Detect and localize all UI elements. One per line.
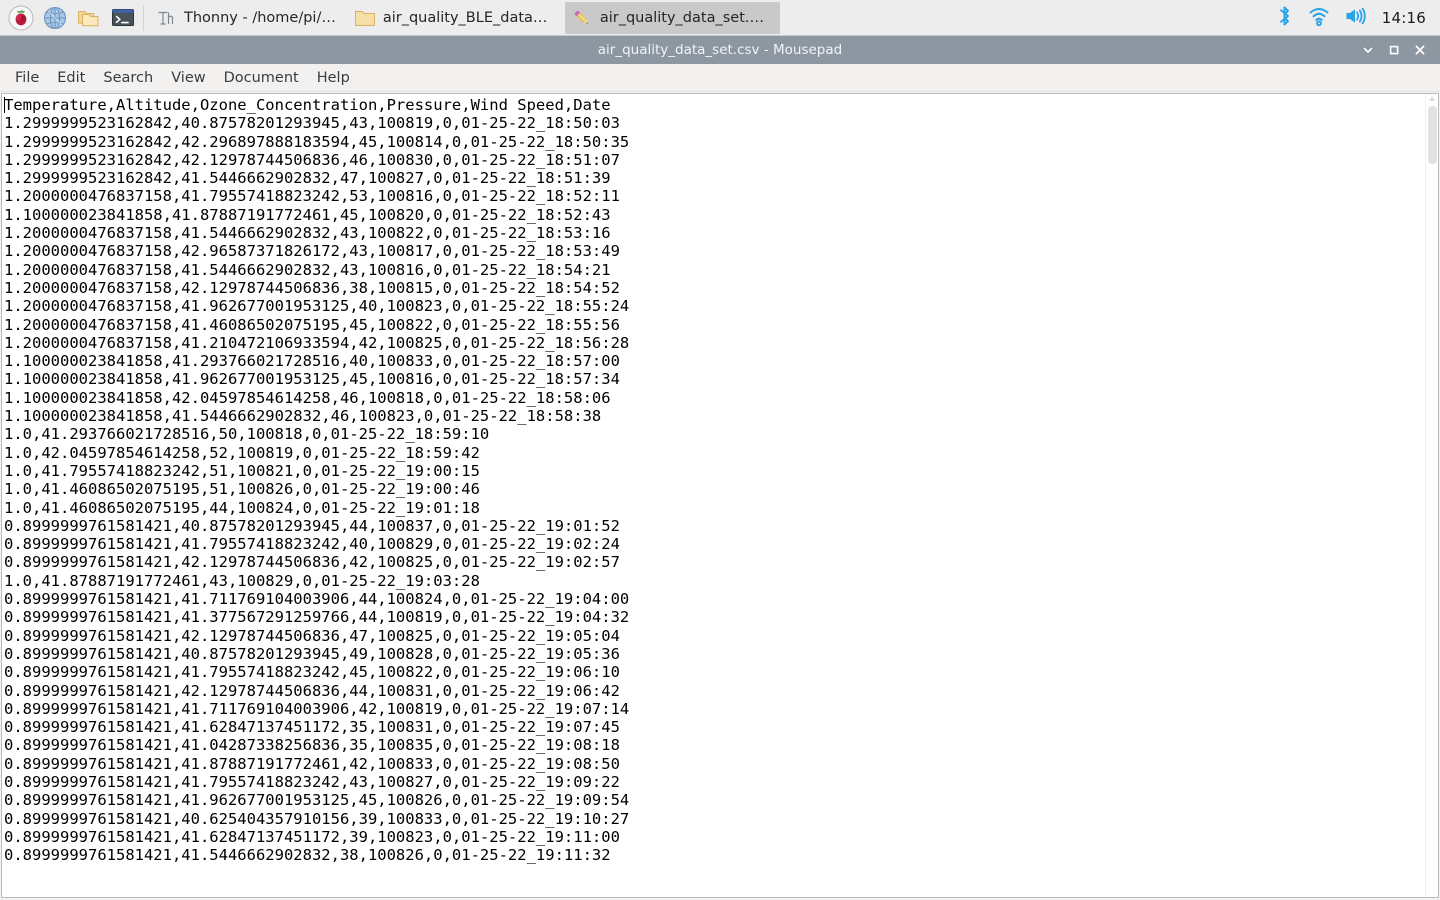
taskbar-window-mousepad-label: air_quality_data_set.c…: [599, 9, 770, 26]
taskbar: Thonny - /home/pi/… air_quality_BLE_data…: [0, 0, 1440, 36]
menu-search[interactable]: Search: [94, 67, 162, 89]
scrollbar-thumb[interactable]: [1428, 106, 1437, 164]
mousepad-pencil-icon: [571, 7, 593, 29]
taskbar-window-folder-label: air_quality_BLE_data_…: [382, 9, 553, 26]
titlebar[interactable]: air_quality_data_set.csv - Mousepad: [0, 36, 1440, 64]
file-manager-icon[interactable]: [74, 3, 104, 33]
vertical-scrollbar[interactable]: [1425, 94, 1438, 897]
taskbar-window-mousepad[interactable]: air_quality_data_set.c…: [564, 1, 780, 34]
thonny-icon: [155, 7, 177, 29]
menu-file[interactable]: File: [6, 67, 48, 89]
taskbar-window-list: Thonny - /home/pi/… air_quality_BLE_data…: [149, 1, 1275, 34]
web-browser-icon[interactable]: [40, 3, 70, 33]
window-title: air_quality_data_set.csv - Mousepad: [597, 42, 843, 58]
text-caret: [4, 97, 5, 113]
editor-area: Temperature,Altitude,Ozone_Concentration…: [1, 93, 1439, 898]
taskbar-launcher-group: [6, 3, 138, 33]
maximize-button[interactable]: [1381, 37, 1407, 63]
close-button[interactable]: [1407, 37, 1433, 63]
volume-icon[interactable]: [1344, 5, 1368, 31]
taskbar-window-folder[interactable]: air_quality_BLE_data_…: [348, 2, 563, 34]
taskbar-window-thonny[interactable]: Thonny - /home/pi/…: [149, 2, 346, 34]
terminal-icon[interactable]: [108, 3, 138, 33]
folder-icon: [354, 7, 376, 29]
minimize-button[interactable]: [1355, 37, 1381, 63]
scroll-up-arrow-icon[interactable]: [1429, 96, 1435, 101]
window-controls: [1355, 37, 1440, 63]
menu-edit[interactable]: Edit: [48, 67, 94, 89]
wifi-icon[interactable]: [1308, 5, 1330, 31]
mousepad-window: air_quality_data_set.csv - Mousepad File…: [0, 36, 1440, 900]
clock[interactable]: 14:16: [1382, 9, 1426, 27]
menubar: File Edit Search View Document Help: [0, 64, 1440, 92]
taskbar-tray: 14:16: [1275, 5, 1434, 31]
bluetooth-icon[interactable]: [1275, 5, 1294, 31]
menu-view[interactable]: View: [162, 67, 214, 89]
raspberry-pi-menu-icon[interactable]: [6, 3, 36, 33]
taskbar-window-thonny-label: Thonny - /home/pi/…: [184, 9, 336, 26]
menu-help[interactable]: Help: [308, 67, 359, 89]
taskbar-separator: [143, 4, 144, 31]
text-editor[interactable]: Temperature,Altitude,Ozone_Concentration…: [2, 94, 1425, 897]
menu-document[interactable]: Document: [215, 67, 308, 89]
